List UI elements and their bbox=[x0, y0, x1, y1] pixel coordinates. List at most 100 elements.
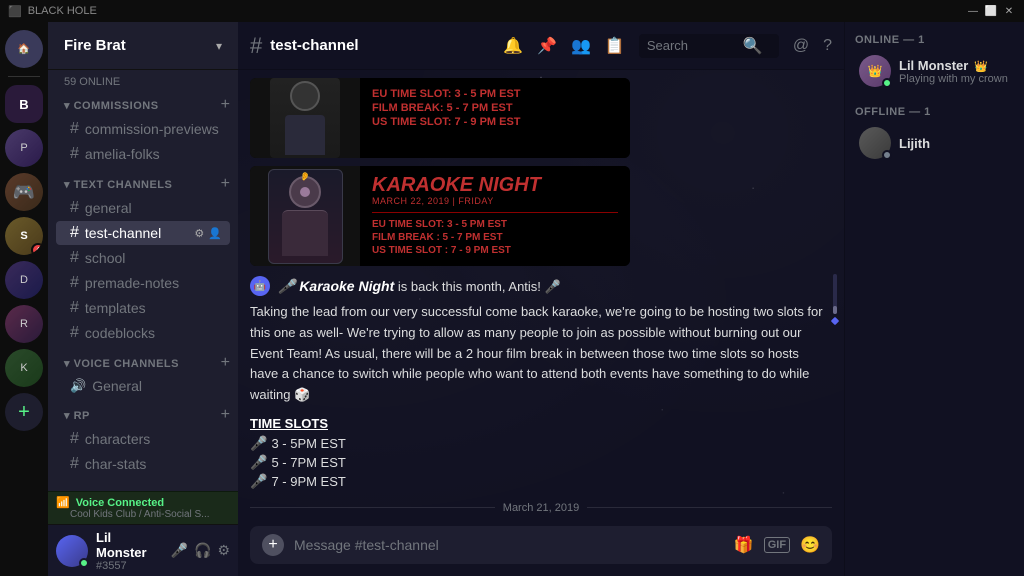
user-controls[interactable]: 🎤 🎧 ⚙ bbox=[171, 542, 230, 559]
section-commissions-label: ▾ COMMISSIONS bbox=[64, 99, 159, 112]
member-lil-monster[interactable]: 👑 Lil Monster 👑 Playing with my crown bbox=[855, 52, 1014, 90]
section-text-channels-header[interactable]: ▾ TEXT CHANNELS + bbox=[48, 171, 238, 195]
offline-section: OFFLINE — 1 Lijith bbox=[855, 106, 1014, 162]
user-panel: Lil Monster #3557 🎤 🎧 ⚙ bbox=[48, 524, 238, 576]
minimize-button[interactable]: — bbox=[966, 4, 980, 18]
channel-templates[interactable]: # templates bbox=[56, 296, 230, 320]
hash-icon: # bbox=[70, 249, 79, 267]
sidebar: Fire Brat ▾ 59 ONLINE ▾ COMMISSIONS + # … bbox=[48, 22, 238, 576]
right-sidebar: ONLINE — 1 👑 Lil Monster 👑 Playing with … bbox=[844, 22, 1024, 576]
add-rp-channel-icon[interactable]: + bbox=[221, 406, 230, 424]
section-commissions-header[interactable]: ▾ COMMISSIONS + bbox=[48, 92, 238, 116]
channel-name-header: test-channel bbox=[270, 37, 495, 54]
maximize-button[interactable]: ⬜ bbox=[984, 4, 998, 18]
at-icon[interactable]: @ bbox=[793, 37, 809, 55]
channel-school[interactable]: # school bbox=[56, 246, 230, 270]
emoji-icon[interactable]: 😊 bbox=[800, 535, 820, 555]
channel-label: school bbox=[85, 250, 222, 266]
slot-icon-1: 🎤 bbox=[250, 435, 267, 452]
slot-2-text: 5 - 7PM EST bbox=[271, 455, 345, 470]
offline-status bbox=[882, 150, 892, 160]
server-icon-4[interactable]: S 4 bbox=[5, 217, 43, 255]
sidebar-content: 59 ONLINE ▾ COMMISSIONS + # commission-p… bbox=[48, 70, 238, 491]
titlebar-left: ⬛ BLACK HOLE bbox=[8, 5, 97, 18]
username: Lil Monster bbox=[96, 530, 163, 560]
add-text-channel-icon[interactable]: + bbox=[221, 175, 230, 193]
inbox-icon[interactable]: 📋 bbox=[605, 36, 625, 56]
user-icon[interactable]: 👤 bbox=[208, 227, 222, 240]
slot-icon-2: 🎤 bbox=[250, 454, 267, 471]
channel-general[interactable]: # general bbox=[56, 196, 230, 220]
online-section: ONLINE — 1 👑 Lil Monster 👑 Playing with … bbox=[855, 34, 1014, 90]
pin-icon[interactable]: 📌 bbox=[537, 36, 557, 56]
section-voice-channels: ▾ VOICE CHANNELS + 🔊 General bbox=[48, 350, 238, 402]
search-bar[interactable]: 🔍 bbox=[639, 34, 779, 58]
search-icon[interactable]: 🔍 bbox=[743, 36, 763, 56]
server-icon-2[interactable]: P bbox=[5, 129, 43, 167]
channel-premade-notes[interactable]: # premade-notes bbox=[56, 271, 230, 295]
server-icon-home[interactable]: 🏠 bbox=[5, 30, 43, 68]
voice-status: 📶 Voice Connected bbox=[56, 496, 230, 509]
voice-connected-bar: 📶 Voice Connected Cool Kids Club / Anti-… bbox=[48, 491, 238, 524]
settings-icon[interactable]: ⚙ bbox=[194, 227, 204, 240]
gift-icon[interactable]: 🎁 bbox=[734, 535, 754, 555]
channel-general-voice[interactable]: 🔊 General bbox=[56, 375, 230, 397]
close-button[interactable]: ✕ bbox=[1002, 4, 1016, 18]
main-chat: # test-channel 🔔 📌 👥 📋 🔍 @ ? bbox=[238, 22, 844, 576]
karaoke-night-bold: 🎤 Karaoke Night bbox=[278, 278, 394, 294]
channel-amelia-folks[interactable]: # amelia-folks bbox=[56, 142, 230, 166]
server-icon-firebrat[interactable]: B bbox=[5, 85, 43, 123]
window-controls[interactable]: — ⬜ ✕ bbox=[966, 4, 1016, 18]
members-icon[interactable]: 👥 bbox=[571, 36, 591, 56]
server-name: Fire Brat bbox=[64, 37, 126, 54]
date-divider: March 21, 2019 bbox=[250, 502, 832, 514]
section-voice-channels-header[interactable]: ▾ VOICE CHANNELS + bbox=[48, 350, 238, 374]
chevron-down-icon: ▾ bbox=[216, 39, 222, 53]
section-rp-label: ▾ RP bbox=[64, 409, 90, 422]
server-icon-add[interactable]: + bbox=[5, 393, 43, 431]
member-name: Lijith bbox=[899, 136, 930, 151]
add-channel-icon[interactable]: + bbox=[221, 96, 230, 114]
channel-label: commission-previews bbox=[85, 121, 222, 137]
message-input[interactable] bbox=[294, 537, 724, 553]
channel-char-stats[interactable]: # char-stats bbox=[56, 452, 230, 476]
slot-1-text: 3 - 5PM EST bbox=[271, 436, 345, 451]
voice-connected-label: Voice Connected bbox=[76, 497, 164, 509]
app-icon: ⬛ bbox=[8, 5, 22, 18]
channel-commission-previews[interactable]: # commission-previews bbox=[56, 117, 230, 141]
member-avatar-lijith bbox=[859, 127, 891, 159]
user-info: Lil Monster #3557 bbox=[96, 530, 163, 572]
mute-button[interactable]: 🎤 bbox=[171, 542, 188, 559]
server-icon-3[interactable]: 🎮 bbox=[5, 173, 43, 211]
user-settings-button[interactable]: ⚙ bbox=[217, 542, 230, 559]
section-rp-header[interactable]: ▾ RP + bbox=[48, 402, 238, 426]
server-icon-7[interactable]: K bbox=[5, 349, 43, 387]
karaoke-poster-2: 👂 KARAOKE NIGHT MARCH 22, 2019 | FRIDAY … bbox=[250, 166, 630, 266]
channel-codeblocks[interactable]: # codeblocks bbox=[56, 321, 230, 345]
server-name-header[interactable]: Fire Brat ▾ bbox=[48, 22, 238, 70]
section-text-channels: ▾ TEXT CHANNELS + # general # test-chann… bbox=[48, 171, 238, 350]
deafen-button[interactable]: 🎧 bbox=[194, 542, 211, 559]
channel-test-channel[interactable]: # test-channel ⚙ 👤 bbox=[56, 221, 230, 245]
gif-icon[interactable]: GIF bbox=[764, 537, 790, 553]
add-voice-channel-icon[interactable]: + bbox=[221, 354, 230, 372]
attach-button[interactable]: + bbox=[262, 534, 284, 556]
hash-icon: # bbox=[70, 120, 79, 138]
offline-section-label: OFFLINE — 1 bbox=[855, 106, 1014, 118]
member-lijith[interactable]: Lijith bbox=[855, 124, 1014, 162]
search-input[interactable] bbox=[647, 38, 737, 53]
notification-bell-icon[interactable]: 🔔 bbox=[503, 36, 523, 56]
time-slots-section: TIME SLOTS 🎤 3 - 5PM EST 🎤 5 - 7PM EST 🎤… bbox=[250, 416, 832, 490]
server-icon-6[interactable]: R bbox=[5, 305, 43, 343]
date-divider-text: March 21, 2019 bbox=[503, 502, 579, 514]
slot-3-text: 7 - 9PM EST bbox=[271, 474, 345, 489]
hash-icon: # bbox=[70, 145, 79, 163]
channel-characters[interactable]: # characters bbox=[56, 427, 230, 451]
help-icon[interactable]: ? bbox=[823, 37, 832, 55]
section-voice-channels-label: ▾ VOICE CHANNELS bbox=[64, 357, 179, 370]
chat-header: # test-channel 🔔 📌 👥 📋 🔍 @ ? bbox=[238, 22, 844, 70]
hash-icon: # bbox=[70, 274, 79, 292]
channel-label: premade-notes bbox=[85, 275, 222, 291]
hash-icon: # bbox=[70, 299, 79, 317]
server-icon-5[interactable]: D bbox=[5, 261, 43, 299]
